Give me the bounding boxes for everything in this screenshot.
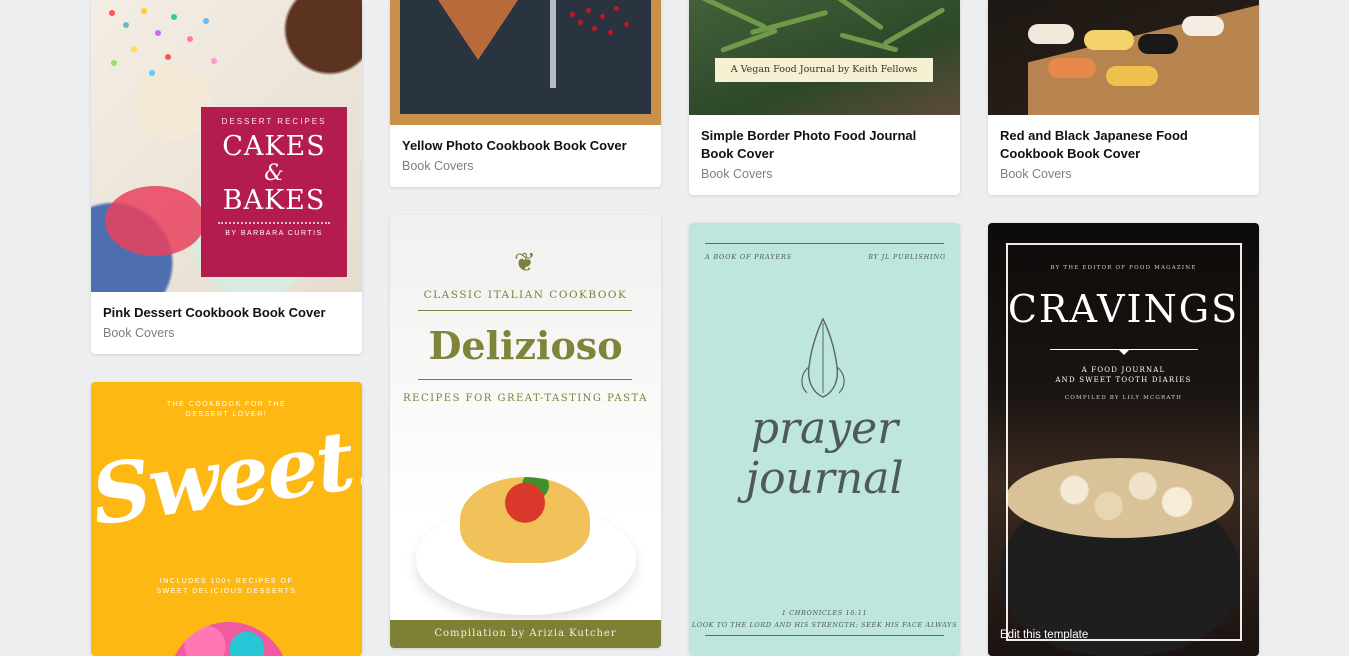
cover-kicker: DESSERT RECIPES bbox=[221, 117, 327, 126]
template-card-yellow-photo[interactable]: Yellow Photo Cookbook Book Cover Book Co… bbox=[390, 0, 661, 187]
cover-ampersand: & bbox=[264, 161, 284, 186]
card-title[interactable]: Pink Dessert Cookbook Book Cover bbox=[103, 304, 350, 322]
cover-title-line2: journal bbox=[745, 453, 904, 504]
cover-verse: LOOK TO THE LORD AND HIS STRENGTH; SEEK … bbox=[691, 621, 958, 629]
divider-top bbox=[418, 310, 632, 311]
template-card-japanese[interactable]: Red and Black Japanese Food Cookbook Boo… bbox=[988, 0, 1259, 195]
sprinkle-bowl bbox=[105, 186, 205, 256]
divider-bottom bbox=[705, 635, 944, 636]
divider-arrow-icon bbox=[1119, 350, 1129, 355]
cover-author: BY BARBARA CURTIS bbox=[225, 230, 323, 237]
praying-hands-icon bbox=[801, 317, 845, 398]
cover-title-box: DESSERT RECIPES CAKES & BAKES BY BARBARA… bbox=[201, 107, 347, 277]
photo-area bbox=[400, 0, 651, 114]
cover-thumbnail[interactable]: DESSERT RECIPES CAKES & BAKES BY BARBARA… bbox=[91, 0, 362, 292]
cover-citation: 1 CHRONICLES 16:11 bbox=[781, 609, 868, 617]
template-card-sweet[interactable]: THE COOKBOOK FOR THE DESSERT LOVER! Swee… bbox=[91, 382, 362, 656]
cover-title-line1: CAKES bbox=[222, 131, 326, 162]
template-card-cravings[interactable]: BY THE EDITOR OF FOOD MAGAZINE CRAVINGS … bbox=[988, 223, 1259, 656]
cover-top-line: BY THE EDITOR OF FOOD MAGAZINE bbox=[1050, 265, 1197, 271]
card-category[interactable]: Book Covers bbox=[103, 326, 350, 340]
pasta-image bbox=[460, 477, 590, 563]
cover-sub-2: AND SWEET TOOTH DIARIES bbox=[1055, 376, 1192, 384]
card-category[interactable]: Book Covers bbox=[402, 159, 649, 173]
cover-thumbnail[interactable] bbox=[390, 0, 661, 125]
card-category[interactable]: Book Covers bbox=[1000, 167, 1247, 181]
cover-subtitle: RECIPES FOR GREAT-TASTING PASTA bbox=[403, 393, 648, 404]
cover-tagline-1: THE COOKBOOK FOR THE bbox=[166, 401, 287, 408]
cover-thumbnail[interactable]: THE COOKBOOK FOR THE DESSERT LOVER! Swee… bbox=[91, 382, 362, 656]
cover-top-left: A BOOK OF PRAYERS bbox=[705, 253, 792, 261]
card-category[interactable]: Book Covers bbox=[701, 167, 948, 181]
cake-slice bbox=[438, 0, 518, 60]
cover-title-line2: BAKES bbox=[222, 185, 326, 216]
cover-thumbnail[interactable]: A Vegan Food Journal by Keith Fellows bbox=[689, 0, 960, 115]
divider-top bbox=[705, 243, 944, 244]
cover-thumbnail[interactable]: BY THE EDITOR OF FOOD MAGAZINE CRAVINGS … bbox=[988, 223, 1259, 656]
cover-thumbnail[interactable]: A BOOK OF PRAYERS BY JL PUBLISHING praye… bbox=[689, 223, 960, 656]
cover-sub-1: INCLUDES 100+ RECIPES OF bbox=[159, 578, 294, 585]
cover-title: CRAVINGS bbox=[1007, 287, 1240, 331]
cover-thumbnail[interactable] bbox=[988, 0, 1259, 115]
cover-thumbnail[interactable]: ❦ CLASSIC ITALIAN COOKBOOK Delizioso REC… bbox=[390, 215, 661, 648]
card-title[interactable]: Red and Black Japanese Food Cookbook Boo… bbox=[1000, 127, 1247, 163]
card-title[interactable]: Yellow Photo Cookbook Book Cover bbox=[402, 137, 649, 155]
cover-title-line1: prayer bbox=[750, 403, 899, 454]
cover-title: Delizioso bbox=[428, 323, 623, 368]
cover-title: Sweet! bbox=[91, 408, 362, 545]
cover-label: A Vegan Food Journal by Keith Fellows bbox=[715, 58, 933, 82]
knife bbox=[550, 0, 556, 88]
leaf-icon: ❦ bbox=[514, 247, 536, 277]
cover-sub-2: SWEET DELICIOUS DESSERTS bbox=[156, 588, 297, 595]
divider-bottom bbox=[418, 379, 632, 380]
cover-author-band: Compilation by Arizia Kutcher bbox=[390, 620, 661, 648]
cover-sub-1: A FOOD JOURNAL bbox=[1081, 366, 1166, 374]
divider bbox=[218, 222, 330, 224]
template-card-delizioso[interactable]: ❦ CLASSIC ITALIAN COOKBOOK Delizioso REC… bbox=[390, 215, 661, 648]
template-card-simple-border[interactable]: A Vegan Food Journal by Keith Fellows Si… bbox=[689, 0, 960, 195]
cover-kicker: CLASSIC ITALIAN COOKBOOK bbox=[423, 289, 628, 301]
cupcake-image bbox=[169, 622, 289, 656]
cover-compiled: COMPILED BY LILY MCGRATH bbox=[1064, 395, 1183, 401]
template-card-prayer-journal[interactable]: A BOOK OF PRAYERS BY JL PUBLISHING praye… bbox=[689, 223, 960, 656]
edit-template-link[interactable]: Edit this template bbox=[1000, 629, 1088, 641]
template-card-pink-dessert[interactable]: DESSERT RECIPES CAKES & BAKES BY BARBARA… bbox=[91, 0, 362, 354]
card-title[interactable]: Simple Border Photo Food Journal Book Co… bbox=[701, 127, 948, 163]
cover-top-right: BY JL PUBLISHING bbox=[868, 253, 946, 261]
